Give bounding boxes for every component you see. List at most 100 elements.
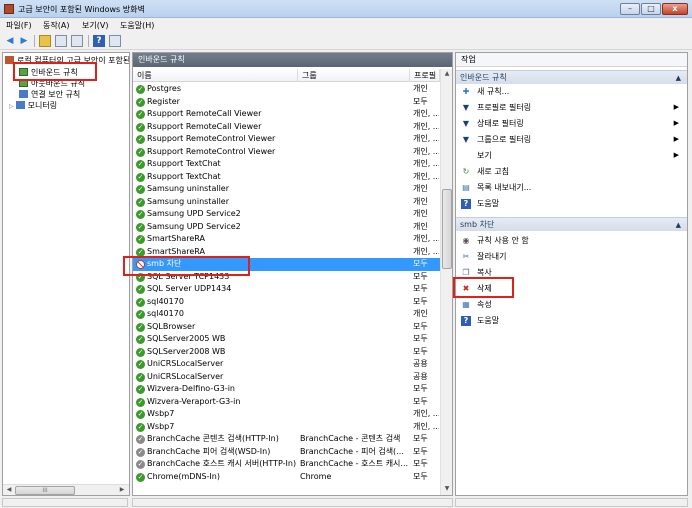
table-row[interactable]: ✓ sql40170 모두	[133, 296, 440, 309]
scroll-right-arrow-icon[interactable]: ▶	[117, 485, 127, 495]
menu-file[interactable]: 파일(F)	[6, 20, 32, 31]
rule-profile: 모두	[413, 321, 428, 331]
allow-rule-icon: ✓	[136, 285, 145, 294]
table-row[interactable]: ✓ Samsung UPD Service2 개인	[133, 208, 440, 221]
action-item[interactable]: ▼ 상태로 필터링 ▶	[456, 116, 687, 132]
table-row[interactable]: ✓ BranchCache 호스트 캐시 서버(HTTP-In) BranchCac…	[133, 458, 440, 471]
scroll-up-arrow-icon[interactable]: ▲	[442, 69, 452, 79]
expand-arrow-icon[interactable]: ▷	[9, 103, 14, 110]
table-row[interactable]: ✓ UniCRSLocalServer 공용	[133, 358, 440, 371]
table-row[interactable]: ✓ Samsung uninstaller 개인	[133, 183, 440, 196]
menu-action[interactable]: 동작(A)	[43, 20, 69, 31]
menu-help[interactable]: 도움말(H)	[120, 20, 154, 31]
show-hide-tree-icon[interactable]	[55, 35, 67, 47]
table-row[interactable]: ✓ Postgres 개인	[133, 83, 440, 96]
help-icon[interactable]: ?	[93, 35, 105, 47]
rule-profile: 모두	[413, 334, 428, 343]
status-panel	[455, 498, 688, 507]
table-row[interactable]: ✓ Rsupport RemoteControl Viewer 개인, ...	[133, 146, 440, 159]
menu-view[interactable]: 보기(V)	[82, 20, 108, 31]
column-group[interactable]: 그룹	[298, 69, 410, 82]
table-row[interactable]: ✓ Rsupport RemoteControl Viewer 개인, ...	[133, 133, 440, 146]
actions-section-selected-rule[interactable]: smb 차단 ▲	[456, 217, 687, 231]
disable-icon: ◉	[462, 236, 470, 245]
tree-root[interactable]: 로컬 컴퓨터의 고급 보안이 포함된	[5, 55, 129, 66]
submenu-arrow-icon: ▶	[673, 103, 679, 111]
table-row[interactable]: ✓ SQLBrowser 모두	[133, 321, 440, 334]
inbound-rules-icon	[19, 68, 28, 76]
maximize-button[interactable]: □	[641, 3, 661, 15]
action-item[interactable]: ? 도움말	[456, 313, 687, 329]
table-row[interactable]: ✓ Samsung UPD Service2 개인	[133, 221, 440, 234]
rules-vertical-scrollbar[interactable]: ▲ ▼	[440, 69, 452, 495]
table-row[interactable]: ✓ SQLServer2005 WB 모두	[133, 333, 440, 346]
table-row[interactable]: ✓ SQL Server UDP1434 모두	[133, 283, 440, 296]
column-name[interactable]: 이름	[133, 69, 298, 82]
table-row[interactable]: ✓ Wsbp7 개인, ...	[133, 408, 440, 421]
rule-name: Rsupport RemoteCall Viewer	[147, 109, 262, 118]
table-row[interactable]: ✓ UniCRSLocalServer 공용	[133, 371, 440, 384]
scroll-thumb[interactable]: III	[15, 486, 75, 495]
scroll-thumb[interactable]	[442, 189, 452, 269]
table-row[interactable]: ✓ SQLServer2008 WB 모두	[133, 346, 440, 359]
refresh-icon: ↻	[462, 167, 470, 176]
tree-item-outbound-rules[interactable]: 아웃바운드 규칙	[19, 78, 85, 89]
delete-icon: ✖	[462, 284, 470, 293]
allow-rule-icon: ✓	[136, 235, 145, 244]
scroll-down-arrow-icon[interactable]: ▼	[442, 484, 452, 494]
minimize-button[interactable]: –	[620, 3, 640, 15]
action-item[interactable]: ↻ 새로 고침	[456, 164, 687, 180]
collapse-arrow-icon[interactable]: ▲	[676, 218, 681, 232]
action-item[interactable]: ▼ 그룹으로 필터링 ▶	[456, 132, 687, 148]
table-row[interactable]: ✓ SQL Server TCP1433 모두	[133, 271, 440, 284]
toolbar-divider	[88, 35, 89, 47]
action-item[interactable]: 보기 ▶	[456, 148, 687, 164]
help-icon: ?	[461, 316, 471, 326]
action-item[interactable]: ✖ 삭제	[456, 281, 687, 297]
action-item[interactable]: ◉ 규칙 사용 안 함	[456, 233, 687, 249]
table-row[interactable]: ✓ Samsung uninstaller 개인	[133, 196, 440, 209]
table-row[interactable]: ✓ Chrome(mDNS-In) Chrome 모두	[133, 471, 440, 484]
actions-section-inbound[interactable]: 인바운드 규칙 ▲	[456, 70, 687, 84]
rule-profile: 개인	[413, 184, 428, 193]
tree-item-connection-security[interactable]: 연결 보안 규칙	[19, 89, 80, 100]
action-item[interactable]: ✚ 새 규칙...	[456, 84, 687, 100]
table-row[interactable]: ✓ Rsupport TextChat 개인, ...	[133, 158, 440, 171]
action-item[interactable]: ✂ 잘라내기	[456, 249, 687, 265]
tree-horizontal-scrollbar[interactable]: ◀ III ▶	[3, 484, 129, 495]
forward-arrow-icon[interactable]: ▶	[18, 35, 30, 47]
table-row[interactable]: ✓ sql40170 개인	[133, 308, 440, 321]
action-item[interactable]: ? 도움말	[456, 196, 687, 212]
scroll-left-arrow-icon[interactable]: ◀	[4, 485, 14, 495]
table-row[interactable]: ✓ SmartShareRA 개인, ...	[133, 233, 440, 246]
table-row[interactable]: ✓ Wsbp7 개인, ...	[133, 421, 440, 434]
tree-item-monitoring[interactable]: ▷ 모니터링	[9, 100, 57, 111]
table-row[interactable]: ✓ Rsupport RemoteCall Viewer 개인, ...	[133, 121, 440, 134]
tree-item-inbound-rules[interactable]: 인바운드 규칙	[19, 67, 78, 78]
rule-name: UniCRSLocalServer	[147, 371, 224, 381]
column-profile[interactable]: 프로필	[410, 69, 440, 82]
table-row[interactable]: ✓ BranchCache 피어 검색(WSD-In) BranchCache - …	[133, 446, 440, 459]
rule-name: SmartShareRA	[147, 246, 205, 256]
table-row[interactable]: ✓ Wizvera-Veraport-G3-in 모두	[133, 396, 440, 409]
action-item[interactable]: ▤ 목록 내보내기...	[456, 180, 687, 196]
action-pane-icon[interactable]	[109, 35, 121, 47]
action-item[interactable]: ❐ 복사	[456, 265, 687, 281]
close-button[interactable]: x	[662, 3, 688, 15]
rule-profile: 모두	[413, 296, 428, 306]
table-row[interactable]: ✓ Wizvera-Delfino-G3-in 모두	[133, 383, 440, 396]
table-row[interactable]: ✓ SmartShareRA 개인, ...	[133, 246, 440, 259]
rule-name: SQLBrowser	[147, 321, 196, 331]
table-row[interactable]: ✓ Register 모두	[133, 96, 440, 109]
export-list-icon[interactable]	[71, 35, 83, 47]
up-folder-icon[interactable]	[39, 35, 51, 47]
table-row[interactable]: smb 차단 모두	[133, 258, 440, 271]
action-item[interactable]: ▦ 속성	[456, 297, 687, 313]
action-item[interactable]: ▼ 프로필로 필터링 ▶	[456, 100, 687, 116]
collapse-arrow-icon[interactable]: ▲	[676, 71, 681, 85]
table-row[interactable]: ✓ Rsupport TextChat 개인, ...	[133, 171, 440, 184]
back-arrow-icon[interactable]: ◀	[4, 35, 16, 47]
rule-group: Chrome	[300, 471, 332, 481]
table-row[interactable]: ✓ Rsupport RemoteCall Viewer 개인, ...	[133, 108, 440, 121]
table-row[interactable]: ✓ BranchCache 콘텐츠 검색(HTTP-In) BranchCache …	[133, 433, 440, 446]
